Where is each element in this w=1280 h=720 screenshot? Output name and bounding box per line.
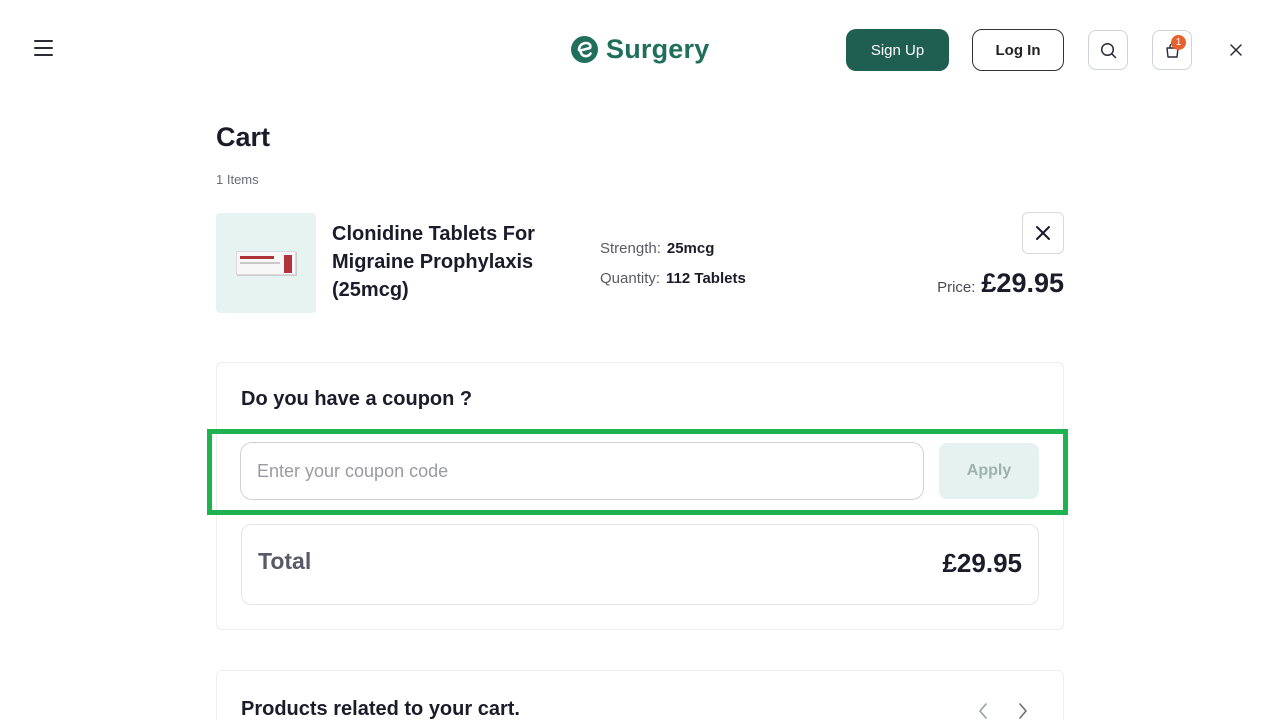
product-quantity: Quantity: 112 Tablets [600, 270, 746, 287]
chevron-right-icon [1019, 703, 1027, 719]
brand-name: Surgery [606, 34, 710, 64]
cart-count-badge: 1 [1171, 35, 1186, 50]
price-label: Price: [937, 279, 976, 296]
site-header: Surgery Sign Up Log In 1 [0, 0, 1280, 100]
total-value: £29.95 [942, 548, 1022, 578]
hamburger-menu-icon[interactable] [34, 40, 54, 58]
remove-item-button[interactable] [1022, 212, 1064, 254]
search-button[interactable] [1088, 30, 1128, 70]
sign-up-button[interactable]: Sign Up [846, 29, 949, 71]
coupon-code-input[interactable] [240, 442, 924, 500]
brand-logo-icon [571, 35, 598, 63]
brand-logo[interactable]: Surgery [571, 34, 709, 64]
medicine-pack-icon [236, 251, 296, 275]
related-products-title: Products related to your cart. [241, 698, 520, 720]
close-icon [1036, 226, 1050, 240]
product-strength: Strength: 25mcg [600, 240, 714, 257]
coupon-title: Do you have a coupon ? [241, 388, 473, 410]
strength-label: Strength: [600, 240, 661, 257]
product-image[interactable] [216, 213, 316, 313]
cart-item-count: 1 Items [216, 172, 259, 187]
search-icon [1100, 42, 1116, 58]
quantity-label: Quantity: [600, 270, 661, 287]
quantity-value: 112 Tablets [666, 270, 746, 287]
apply-coupon-button[interactable]: Apply [939, 443, 1039, 499]
strength-value: 25mcg [666, 240, 715, 257]
total-label: Total [258, 548, 312, 574]
log-in-button[interactable]: Log In [972, 29, 1064, 71]
page-title: Cart [216, 122, 271, 152]
product-name[interactable]: Clonidine Tablets For Migraine Prophylax… [332, 220, 572, 304]
chevron-left-icon [979, 703, 987, 719]
product-price: Price: £29.95 [937, 268, 1064, 299]
carousel-prev-button[interactable] [973, 700, 993, 720]
close-icon[interactable] [1226, 40, 1246, 60]
price-value: £29.95 [981, 268, 1064, 298]
cart-button[interactable]: 1 [1152, 30, 1192, 70]
total-box [241, 524, 1039, 605]
carousel-next-button[interactable] [1013, 700, 1033, 720]
